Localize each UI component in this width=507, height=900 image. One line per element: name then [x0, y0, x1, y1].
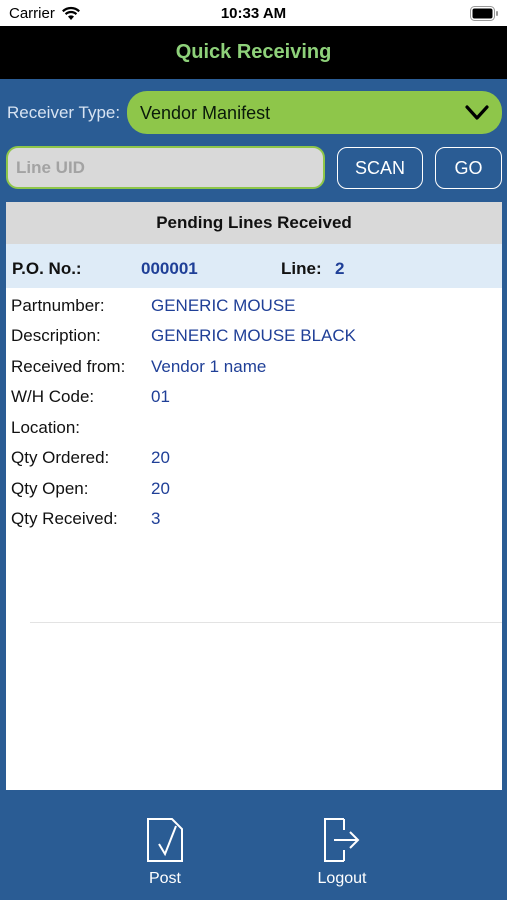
card-header: Pending Lines Received — [6, 202, 502, 244]
detail-label: Partnumber: — [11, 296, 105, 315]
detail-label: Qty Received: — [11, 509, 118, 528]
detail-label: Qty Open: — [11, 479, 89, 498]
post-button[interactable]: Post — [125, 790, 205, 900]
logout-button[interactable]: Logout — [302, 790, 382, 900]
detail-row-partnumber: Partnumber: GENERIC MOUSE — [6, 296, 502, 326]
logout-icon — [324, 818, 360, 862]
battery-icon — [470, 6, 498, 21]
detail-label: W/H Code: — [11, 387, 95, 406]
po-row[interactable]: P.O. No.: 000001 Line: 2 — [6, 244, 502, 288]
detail-value: 20 — [151, 479, 170, 498]
detail-row-qty-ordered: Qty Ordered: 20 — [6, 448, 502, 478]
receiver-type-label: Receiver Type: — [7, 103, 121, 122]
detail-value: GENERIC MOUSE BLACK — [151, 326, 356, 345]
detail-label: Qty Ordered: — [11, 448, 110, 467]
nav-bar: Quick Receiving — [0, 26, 507, 79]
detail-value: 01 — [151, 387, 170, 406]
go-button[interactable]: GO — [435, 147, 502, 189]
document-check-icon — [147, 818, 183, 862]
detail-label: Description: — [11, 326, 101, 345]
detail-row-description: Description: GENERIC MOUSE BLACK — [6, 326, 502, 356]
detail-label: Location: — [11, 418, 80, 437]
post-label: Post — [148, 870, 181, 887]
detail-row-qty-open: Qty Open: 20 — [6, 479, 502, 509]
detail-label: Received from: — [11, 357, 126, 376]
pending-lines-card: Pending Lines Received P.O. No.: 000001 … — [6, 202, 502, 790]
detail-value: GENERIC MOUSE — [151, 296, 296, 315]
chevron-down-icon — [465, 105, 489, 120]
receiver-type-dropdown[interactable]: Vendor Manifest — [127, 91, 502, 134]
receiver-type-value: Vendor Manifest — [140, 103, 271, 123]
detail-row-qty-received: Qty Received: 3 — [6, 509, 502, 539]
list-separator — [30, 622, 502, 623]
detail-row-received-from: Received from: Vendor 1 name — [6, 357, 502, 387]
po-number-label: P.O. No.: — [12, 259, 82, 278]
page-title: Quick Receiving — [175, 41, 332, 63]
detail-value: 20 — [151, 448, 170, 467]
bottom-toolbar: Post Logout — [0, 790, 507, 900]
po-number-value: 000001 — [141, 259, 198, 278]
status-bar: Carrier 10:33 AM — [0, 0, 507, 26]
logout-label: Logout — [317, 870, 367, 887]
detail-row-location: Location: — [6, 418, 502, 448]
status-time: 10:33 AM — [220, 5, 287, 22]
line-uid-input[interactable] — [6, 146, 325, 189]
line-label: Line: — [281, 259, 322, 278]
line-value: 2 — [335, 259, 345, 278]
scan-button[interactable]: SCAN — [337, 147, 423, 189]
detail-row-wh-code: W/H Code: 01 — [6, 387, 502, 417]
detail-value: 3 — [151, 509, 161, 528]
detail-value: Vendor 1 name — [151, 357, 267, 376]
